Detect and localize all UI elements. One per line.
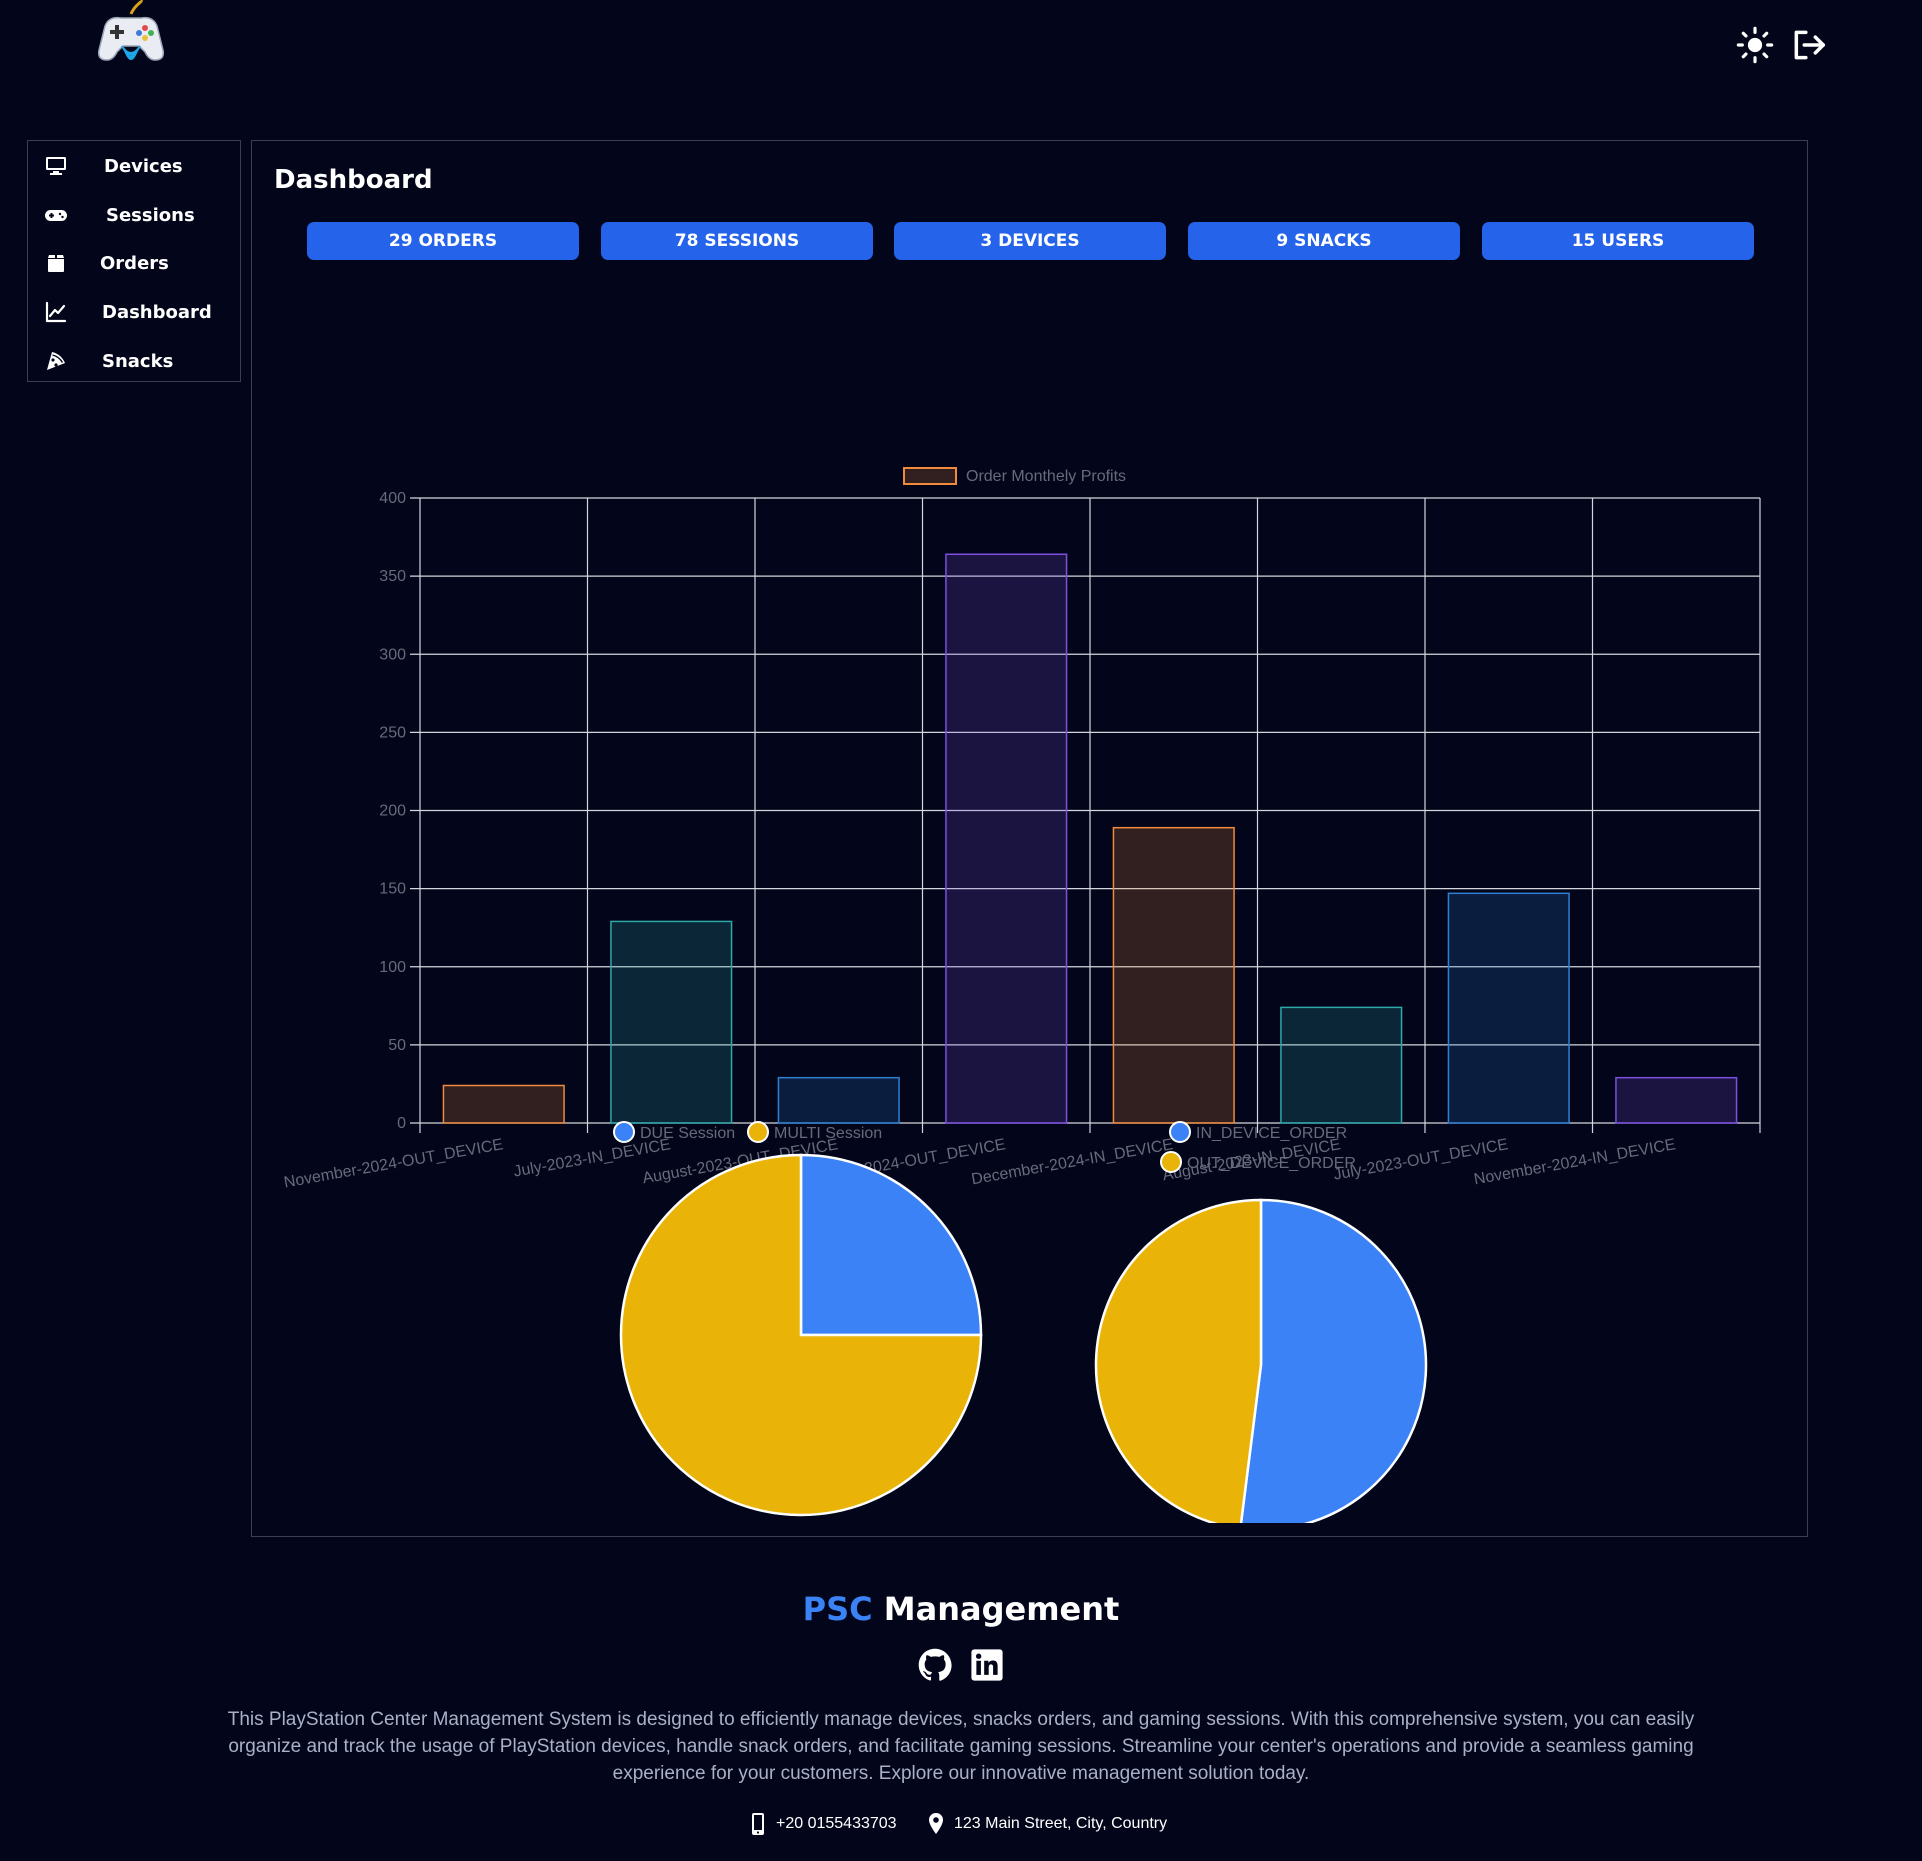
address-text: 123 Main Street, City, Country	[954, 1815, 1168, 1832]
gamepad-icon	[44, 203, 68, 227]
page-title: Dashboard	[274, 165, 433, 195]
phone-number: +20 0155433703	[776, 1815, 897, 1832]
legend-swatch	[1169, 1121, 1191, 1143]
legend-label: IN_DEVICE_ORDER	[1196, 1125, 1347, 1142]
sidebar-item-devices[interactable]: Devices	[28, 146, 240, 186]
linkedin-icon[interactable]	[970, 1648, 1004, 1682]
bar	[945, 553, 1068, 1124]
monitor-icon	[44, 154, 68, 178]
brand-accent: PSC	[802, 1590, 873, 1628]
legend-label: OUT_DEVICE_ORDER	[1187, 1155, 1356, 1172]
bar	[1112, 826, 1235, 1124]
sidebar-item-label: Dashboard	[102, 302, 212, 323]
orders-count-button[interactable]: 29 ORDERS	[307, 222, 579, 260]
y-tick-label: 0	[397, 1115, 406, 1132]
sidebar-item-sessions[interactable]: Sessions	[28, 195, 240, 235]
legend-swatch	[1160, 1151, 1182, 1173]
x-tick-label: November-2024-OUT_DEVICE	[283, 1136, 505, 1191]
dashboard-panel: Dashboard 29 ORDERS 78 SESSIONS 3 DEVICE…	[251, 140, 1808, 1537]
sessions-pie-chart: DUE Session MULTI Session	[613, 1121, 983, 1517]
phone-icon	[752, 1813, 764, 1835]
legend-swatch	[747, 1121, 769, 1143]
sidebar-item-snacks[interactable]: Snacks	[28, 341, 240, 381]
legend-swatch	[613, 1121, 635, 1143]
y-tick-label: 250	[379, 724, 406, 741]
legend-swatch	[903, 467, 957, 485]
contact-address: 123 Main Street, City, Country	[926, 1812, 1167, 1836]
y-tick-label: 150	[379, 881, 406, 898]
bar	[1615, 1076, 1738, 1124]
y-tick-label: 400	[379, 490, 406, 507]
users-count-button[interactable]: 15 USERS	[1482, 222, 1754, 260]
pie-slice	[799, 1153, 983, 1337]
sidebar-item-label: Snacks	[102, 351, 174, 372]
y-tick-label: 50	[388, 1037, 406, 1054]
snacks-count-button[interactable]: 9 SNACKS	[1188, 222, 1460, 260]
bar	[1447, 892, 1570, 1124]
sidebar-item-label: Sessions	[106, 205, 195, 226]
location-pin-icon	[929, 1813, 943, 1834]
sidebar-item-label: Orders	[100, 253, 169, 274]
chart-line-icon	[44, 300, 68, 324]
orders-pie-chart: IN_DEVICE_ORDER OUT_DEVICE_ORDER	[1094, 1121, 1428, 1523]
y-tick-label: 300	[379, 646, 406, 663]
pie-slice	[1239, 1198, 1428, 1523]
footer-brand: PSC Management	[0, 1590, 1922, 1628]
sidebar-item-dashboard[interactable]: Dashboard	[28, 292, 240, 332]
bar	[442, 1084, 565, 1124]
sessions-count-button[interactable]: 78 SESSIONS	[601, 222, 873, 260]
footer-description: This PlayStation Center Management Syste…	[227, 1709, 1695, 1784]
sun-icon[interactable]	[1736, 26, 1774, 64]
pie-slice	[1094, 1198, 1263, 1523]
pizza-icon	[44, 349, 68, 373]
legend-label: DUE Session	[640, 1125, 735, 1142]
bar	[610, 920, 733, 1124]
brand-name: Management	[872, 1590, 1120, 1628]
devices-count-button[interactable]: 3 DEVICES	[894, 222, 1166, 260]
github-icon[interactable]	[918, 1648, 952, 1682]
legend-label: MULTI Session	[774, 1125, 882, 1142]
gamepad-logo-icon[interactable]	[95, 0, 167, 68]
sidebar: Devices Sessions Orders Dashboard Snacks	[27, 140, 241, 382]
legend-label: Order Monthely Profits	[966, 468, 1126, 485]
contact-phone: +20 0155433703	[748, 1812, 897, 1836]
y-tick-label: 350	[379, 568, 406, 585]
profits-bar-chart: Order Monthely Profits 0 50 100 150 200 250 300…	[283, 467, 1761, 1192]
sidebar-item-orders[interactable]: Orders	[28, 243, 240, 283]
logout-icon[interactable]	[1790, 26, 1828, 64]
orders-icon	[44, 251, 68, 275]
y-tick-label: 200	[379, 803, 406, 820]
y-tick-label: 100	[379, 959, 406, 976]
sidebar-item-label: Devices	[104, 156, 183, 177]
